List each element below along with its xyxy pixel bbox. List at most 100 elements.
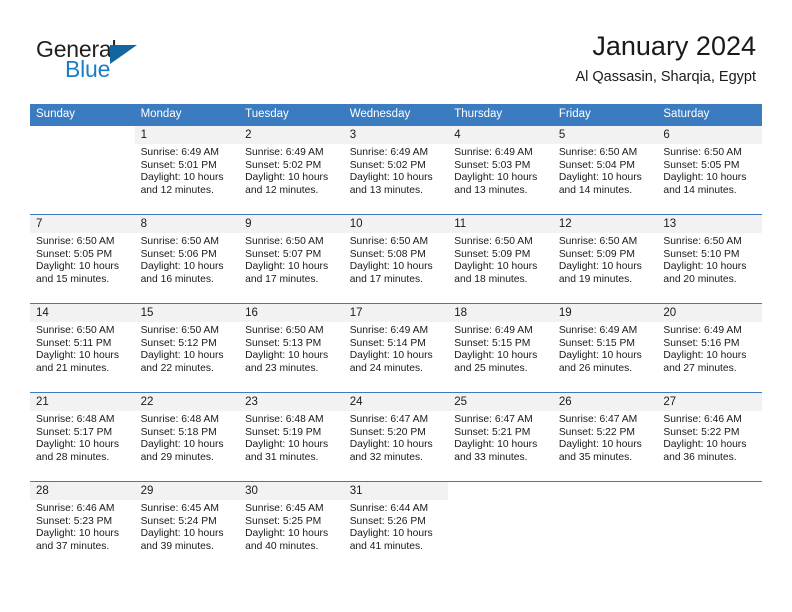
day-cell-inner: 28 Sunrise: 6:46 AM Sunset: 5:23 PM Dayligh…	[30, 482, 135, 574]
daylight-text-line2: and 17 minutes.	[349, 273, 423, 285]
calendar-day-cell[interactable]: 20 Sunrise: 6:49 AM Sunset: 5:16 PM Dayligh…	[657, 303, 762, 393]
weekday-header-wednesday: Wednesday	[343, 104, 449, 126]
weekday-header-friday: Friday	[552, 104, 658, 126]
sunrise-text: Sunrise: 6:50 AM	[558, 236, 638, 247]
daylight-text-line2: and 31 minutes.	[245, 451, 319, 463]
calendar-day-cell[interactable]: 23 Sunrise: 6:48 AM Sunset: 5:19 PM Dayligh…	[239, 392, 344, 482]
day-details: Sunrise: 6:50 AM Sunset: 5:12 PM Daylight:…	[135, 322, 240, 375]
daylight-text-line1: Daylight: 10 hours	[140, 439, 224, 451]
page-header: General Blue January 2024 Al Qassasin, S…	[0, 0, 792, 104]
weekday-header-monday: Monday	[134, 104, 240, 126]
calendar-day-cell[interactable]: 30 Sunrise: 6:45 AM Sunset: 5:25 PM Dayligh…	[239, 481, 344, 574]
calendar-day-cell[interactable]: 7 Sunrise: 6:50 AM Sunset: 5:05 PM Daylight…	[30, 214, 135, 304]
day-details: Sunrise: 6:50 AM Sunset: 5:08 PM Daylight:…	[344, 233, 449, 286]
calendar-day-cell[interactable]: 31 Sunrise: 6:44 AM Sunset: 5:26 PM Dayligh…	[343, 481, 449, 574]
daylight-text-line1: Daylight: 10 hours	[558, 172, 642, 184]
calendar-day-cell[interactable]: 26 Sunrise: 6:47 AM Sunset: 5:22 PM Dayligh…	[552, 392, 658, 482]
day-details: Sunrise: 6:46 AM Sunset: 5:22 PM Daylight:…	[657, 411, 762, 464]
sunrise-text: Sunrise: 6:49 AM	[349, 147, 429, 158]
daylight-text-line1: Daylight: 10 hours	[454, 261, 538, 273]
calendar-day-cell[interactable]: 15 Sunrise: 6:50 AM Sunset: 5:12 PM Dayligh…	[134, 303, 240, 393]
daylight-text-line1: Daylight: 10 hours	[36, 528, 119, 540]
calendar-day-cell[interactable]: 27 Sunrise: 6:46 AM Sunset: 5:22 PM Dayligh…	[657, 392, 762, 482]
calendar-day-cell[interactable]: 16 Sunrise: 6:50 AM Sunset: 5:13 PM Dayligh…	[239, 303, 344, 393]
sunset-text: Sunset: 5:04 PM	[558, 159, 635, 171]
calendar-day-cell[interactable]: 6 Sunrise: 6:50 AM Sunset: 5:05 PM Daylight…	[657, 125, 762, 215]
day-details: Sunrise: 6:47 AM Sunset: 5:22 PM Daylight:…	[553, 411, 658, 464]
calendar-day-cell[interactable]: 17 Sunrise: 6:49 AM Sunset: 5:14 PM Dayligh…	[343, 303, 449, 393]
day-details: Sunrise: 6:50 AM Sunset: 5:06 PM Daylight:…	[135, 233, 240, 286]
calendar-day-cell[interactable]: 11 Sunrise: 6:50 AM Sunset: 5:09 PM Dayligh…	[448, 214, 553, 304]
daylight-text-line1: Daylight: 10 hours	[140, 528, 224, 540]
sunrise-text: Sunrise: 6:49 AM	[663, 325, 742, 336]
day-number: 30	[239, 482, 344, 500]
sunrise-text: Sunrise: 6:50 AM	[36, 325, 115, 336]
sunset-text: Sunset: 5:15 PM	[558, 337, 635, 349]
calendar-day-cell[interactable]: 10 Sunrise: 6:50 AM Sunset: 5:08 PM Dayligh…	[343, 214, 449, 304]
day-number: 8	[134, 215, 240, 233]
day-cell-inner: 13 Sunrise: 6:50 AM Sunset: 5:10 PM Dayligh…	[657, 215, 762, 303]
calendar-grid: Sunday Monday Tuesday Wednesday Thursday…	[30, 104, 762, 574]
day-number	[30, 126, 135, 144]
sunrise-text: Sunrise: 6:49 AM	[245, 147, 324, 158]
day-cell-inner: 7 Sunrise: 6:50 AM Sunset: 5:05 PM Daylight…	[30, 215, 135, 303]
logo-text-blue: Blue	[65, 56, 111, 82]
weekday-header-tuesday: Tuesday	[239, 104, 344, 126]
sunrise-text: Sunrise: 6:50 AM	[245, 325, 324, 336]
day-number	[448, 482, 553, 500]
calendar-head: Sunday Monday Tuesday Wednesday Thursday…	[30, 104, 762, 126]
sunset-text: Sunset: 5:20 PM	[349, 426, 426, 438]
general-blue-logo[interactable]: General Blue	[36, 36, 226, 90]
day-number: 5	[552, 126, 658, 144]
sunset-text: Sunset: 5:14 PM	[349, 337, 426, 349]
calendar-day-cell[interactable]: 28 Sunrise: 6:46 AM Sunset: 5:23 PM Dayligh…	[30, 481, 135, 574]
daylight-text-line2: and 22 minutes.	[140, 362, 214, 374]
sunset-text: Sunset: 5:26 PM	[349, 515, 426, 527]
day-number: 25	[448, 393, 553, 411]
calendar-day-cell[interactable]: 24 Sunrise: 6:47 AM Sunset: 5:20 PM Dayligh…	[343, 392, 449, 482]
sunset-text: Sunset: 5:22 PM	[663, 426, 740, 438]
day-number: 26	[552, 393, 658, 411]
calendar-day-cell[interactable]: 21 Sunrise: 6:48 AM Sunset: 5:17 PM Dayligh…	[30, 392, 135, 482]
calendar-day-cell[interactable]: 9 Sunrise: 6:50 AM Sunset: 5:07 PM Daylight…	[239, 214, 344, 304]
day-number: 7	[30, 215, 135, 233]
calendar-day-cell[interactable]: 4 Sunrise: 6:49 AM Sunset: 5:03 PM Daylight…	[448, 125, 553, 215]
sunset-text: Sunset: 5:07 PM	[245, 248, 322, 260]
day-cell-inner: 18 Sunrise: 6:49 AM Sunset: 5:15 PM Dayligh…	[448, 304, 553, 392]
day-details: Sunrise: 6:50 AM Sunset: 5:05 PM Daylight:…	[30, 233, 135, 286]
calendar-day-cell[interactable]: 8 Sunrise: 6:50 AM Sunset: 5:06 PM Daylight…	[134, 214, 240, 304]
day-number: 19	[552, 304, 658, 322]
title-block: January 2024 Al Qassasin, Sharqia, Egypt	[575, 30, 756, 87]
sunset-text: Sunset: 5:17 PM	[36, 426, 113, 438]
calendar-day-cell[interactable]: 19 Sunrise: 6:49 AM Sunset: 5:15 PM Dayligh…	[552, 303, 658, 393]
daylight-text-line2: and 16 minutes.	[140, 273, 214, 285]
daylight-text-line2: and 36 minutes.	[663, 451, 737, 463]
day-cell-inner	[552, 482, 658, 574]
day-number: 28	[30, 482, 135, 500]
weekday-header-saturday: Saturday	[657, 104, 762, 126]
calendar-day-cell[interactable]: 18 Sunrise: 6:49 AM Sunset: 5:15 PM Dayligh…	[448, 303, 553, 393]
daylight-text-line2: and 40 minutes.	[245, 540, 319, 552]
sunrise-text: Sunrise: 6:50 AM	[349, 236, 429, 247]
calendar-day-cell[interactable]: 2 Sunrise: 6:49 AM Sunset: 5:02 PM Daylight…	[239, 125, 344, 215]
daylight-text-line1: Daylight: 10 hours	[245, 261, 329, 273]
day-details: Sunrise: 6:50 AM Sunset: 5:05 PM Daylight:…	[657, 144, 762, 197]
page-title: January 2024	[592, 31, 756, 61]
day-cell-inner	[30, 126, 135, 214]
calendar-day-cell[interactable]: 29 Sunrise: 6:45 AM Sunset: 5:24 PM Dayligh…	[134, 481, 240, 574]
daylight-text-line1: Daylight: 10 hours	[558, 439, 642, 451]
day-details: Sunrise: 6:50 AM Sunset: 5:10 PM Daylight:…	[657, 233, 762, 286]
calendar-day-cell[interactable]: 1 Sunrise: 6:49 AM Sunset: 5:01 PM Daylight…	[134, 125, 240, 215]
day-cell-inner: 16 Sunrise: 6:50 AM Sunset: 5:13 PM Dayligh…	[239, 304, 344, 392]
day-cell-inner: 12 Sunrise: 6:50 AM Sunset: 5:09 PM Dayligh…	[552, 215, 658, 303]
calendar-day-cell[interactable]: 3 Sunrise: 6:49 AM Sunset: 5:02 PM Daylight…	[343, 125, 449, 215]
calendar-day-cell[interactable]: 13 Sunrise: 6:50 AM Sunset: 5:10 PM Dayligh…	[657, 214, 762, 304]
day-details: Sunrise: 6:49 AM Sunset: 5:02 PM Daylight:…	[239, 144, 344, 197]
calendar-day-cell[interactable]: 14 Sunrise: 6:50 AM Sunset: 5:11 PM Dayligh…	[30, 303, 135, 393]
calendar-day-cell[interactable]: 22 Sunrise: 6:48 AM Sunset: 5:18 PM Dayligh…	[134, 392, 240, 482]
calendar-day-cell[interactable]: 12 Sunrise: 6:50 AM Sunset: 5:09 PM Dayligh…	[552, 214, 658, 304]
calendar-day-cell[interactable]: 25 Sunrise: 6:47 AM Sunset: 5:21 PM Dayligh…	[448, 392, 553, 482]
sunset-text: Sunset: 5:02 PM	[349, 159, 426, 171]
calendar-week-row: 21 Sunrise: 6:48 AM Sunset: 5:17 PM Dayligh…	[30, 392, 762, 482]
calendar-day-cell[interactable]: 5 Sunrise: 6:50 AM Sunset: 5:04 PM Daylight…	[552, 125, 658, 215]
